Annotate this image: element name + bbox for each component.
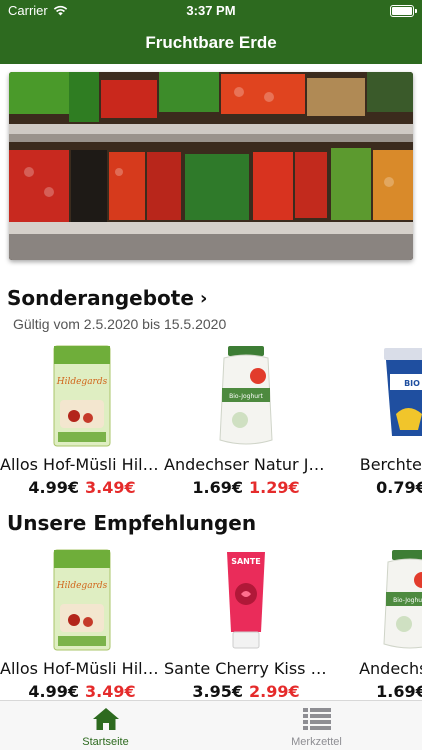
product-name: Berchtesgad	[359, 455, 422, 474]
sale-price: 1.29€	[249, 478, 300, 497]
product-card[interactable]: Bio-Joghurt Andechser N 1.69€1	[328, 548, 422, 708]
yogurt-jar-image: Bio-Joghurt	[164, 344, 328, 452]
yogurt-jar-image: Bio-Joghurt	[328, 548, 422, 656]
offers-section-header[interactable]: Sonderangebote ›	[7, 286, 207, 310]
product-name: Allos Hof-Müsli Hild...	[0, 659, 164, 678]
tab-bar: Startseite Merkzettel	[0, 700, 422, 750]
tab-label: Startseite	[82, 736, 129, 748]
recommendations-section-header: Unsere Empfehlungen	[7, 511, 256, 535]
product-card[interactable]: Hildegards Allos Hof-Müsli Hild... 4.99€…	[0, 548, 164, 708]
home-icon	[92, 708, 119, 730]
tab-label: Merkzettel	[291, 736, 342, 748]
sale-price: 3.49€	[85, 478, 136, 497]
navigation-bar: Fruchtbare Erde	[0, 22, 422, 64]
list-icon	[302, 708, 331, 730]
sale-price: 2.99€	[249, 682, 300, 701]
svg-text:Bio-Joghurt: Bio-Joghurt	[229, 393, 263, 400]
recommendations-title: Unsere Empfehlungen	[7, 511, 257, 535]
product-card[interactable]: SANTE Sante Cherry Kiss D... 3.95€ 2.99€	[164, 548, 328, 708]
offers-validity: Gültig vom 2.5.2020 bis 15.5.2020	[13, 316, 227, 332]
regular-price: 1.69€	[376, 682, 422, 701]
product-prices: 4.99€ 3.49€	[0, 682, 164, 701]
svg-text:Hildegards: Hildegards	[56, 581, 108, 591]
product-card[interactable]: Bio-Joghurt Andechser Natur Jo... 1.69€ 1…	[164, 344, 328, 504]
product-name: Allos Hof-Müsli Hild...	[0, 455, 164, 474]
tab-merkzettel[interactable]: Merkzettel	[211, 701, 422, 750]
yogurt-cup-image: BIO	[328, 344, 422, 452]
product-name: Andechser Natur Jo...	[164, 455, 328, 474]
svg-text:SANTE: SANTE	[231, 557, 261, 566]
regular-price: 3.95€	[192, 682, 243, 701]
product-prices: 1.69€1	[328, 682, 422, 701]
recommendations-carousel[interactable]: Hildegards Allos Hof-Müsli Hild... 4.99€…	[0, 548, 422, 708]
product-prices: 0.79€0	[328, 478, 422, 497]
page-title: Fruchtbare Erde	[145, 33, 277, 52]
lip-balm-tube-image: SANTE	[164, 548, 328, 656]
product-card[interactable]: BIO Berchtesgad 0.79€0	[328, 344, 422, 504]
svg-text:Bio-Joghurt: Bio-Joghurt	[393, 597, 422, 604]
svg-text:BIO: BIO	[404, 379, 420, 388]
market-produce-stand-image	[9, 72, 413, 260]
offers-carousel[interactable]: Hildegards Allos Hof-Müsli Hild... 4.99€…	[0, 344, 422, 504]
regular-price: 0.79€	[376, 478, 422, 497]
status-bar: Carrier 3:37 PM	[0, 0, 422, 22]
hero-banner[interactable]	[9, 72, 413, 260]
svg-text:Hildegards: Hildegards	[56, 377, 108, 387]
regular-price: 1.69€	[192, 478, 243, 497]
product-prices: 3.95€ 2.99€	[164, 682, 328, 701]
product-prices: 1.69€ 1.29€	[164, 478, 328, 497]
offers-title: Sonderangebote	[7, 286, 194, 310]
product-name: Sante Cherry Kiss D...	[164, 659, 328, 678]
regular-price: 4.99€	[28, 478, 79, 497]
sale-price: 3.49€	[85, 682, 136, 701]
regular-price: 4.99€	[28, 682, 79, 701]
tab-startseite[interactable]: Startseite	[0, 701, 211, 750]
muesli-bag-image: Hildegards	[0, 344, 164, 452]
muesli-bag-image: Hildegards	[0, 548, 164, 656]
status-time: 3:37 PM	[186, 3, 236, 18]
product-prices: 4.99€ 3.49€	[0, 478, 164, 497]
product-name: Andechser N	[359, 659, 422, 678]
chevron-right-icon: ›	[199, 287, 208, 309]
battery-icon	[390, 5, 417, 17]
product-card[interactable]: Hildegards Allos Hof-Müsli Hild... 4.99€…	[0, 344, 164, 504]
